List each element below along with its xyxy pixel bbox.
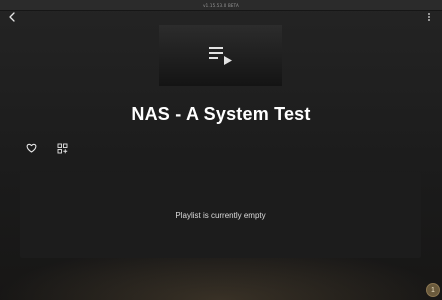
notification-badge[interactable]: 1	[426, 283, 440, 297]
chevron-left-icon	[9, 12, 15, 22]
top-bar: v1.15.53.0 BETA	[0, 0, 442, 11]
empty-message: Playlist is currently empty	[175, 210, 266, 220]
version-text: v1.15.53.0 BETA	[203, 2, 239, 8]
grid-add-icon	[57, 143, 67, 153]
playlist-title: NAS - A System Test	[131, 104, 311, 124]
like-button[interactable]	[24, 141, 38, 155]
add-to-library-button[interactable]	[55, 141, 69, 155]
back-button[interactable]	[6, 11, 18, 23]
playlist-play-icon	[208, 46, 232, 65]
playlist-screen: v1.15.53.0 BETA NAS - A System Test Play…	[0, 0, 442, 300]
more-vertical-icon	[428, 13, 430, 21]
heart-icon	[26, 143, 36, 153]
playlist-empty-panel: Playlist is currently empty	[20, 172, 421, 258]
playlist-cover	[159, 25, 282, 86]
more-options-button[interactable]	[425, 11, 433, 23]
